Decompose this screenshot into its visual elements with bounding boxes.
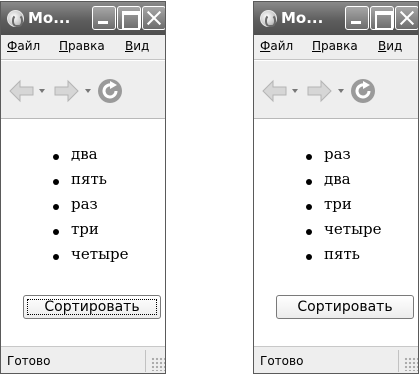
sort-button[interactable]: Сортировать bbox=[23, 295, 161, 319]
bullet-icon bbox=[53, 154, 59, 160]
reload-icon[interactable] bbox=[350, 78, 376, 104]
resize-grip-icon[interactable] bbox=[151, 357, 165, 371]
bullet-icon bbox=[306, 254, 312, 260]
reload-icon[interactable] bbox=[97, 78, 123, 104]
list-item-text: два bbox=[71, 145, 98, 163]
close-icon[interactable] bbox=[395, 6, 418, 30]
bullet-icon bbox=[306, 179, 312, 185]
bullet-icon bbox=[306, 204, 312, 210]
status-bar: Готово bbox=[254, 346, 418, 373]
status-bar: Готово bbox=[1, 346, 165, 373]
list-item-text: три bbox=[71, 220, 99, 238]
back-dropdown-icon[interactable] bbox=[292, 89, 298, 93]
list-item: четыре bbox=[254, 219, 418, 243]
menu-edit[interactable]: Правка bbox=[312, 39, 358, 53]
app-icon[interactable] bbox=[7, 10, 24, 27]
forward-dropdown-icon[interactable] bbox=[338, 89, 344, 93]
forward-dropdown-icon[interactable] bbox=[85, 89, 91, 93]
menu-view[interactable]: Вид bbox=[378, 39, 402, 53]
list-item: раз bbox=[254, 144, 418, 168]
menu-view[interactable]: Вид bbox=[125, 39, 149, 53]
menu-bar: Файл Правка Вид bbox=[254, 35, 418, 60]
toolbar bbox=[1, 61, 165, 119]
back-arrow-icon[interactable] bbox=[9, 78, 34, 104]
bullet-icon bbox=[53, 204, 59, 210]
bullet-icon bbox=[306, 154, 312, 160]
minimize-icon[interactable] bbox=[92, 6, 116, 30]
maximize-icon[interactable] bbox=[117, 6, 141, 30]
bullet-icon bbox=[53, 254, 59, 260]
list-item-text: раз bbox=[324, 145, 351, 163]
menu-edit[interactable]: Правка bbox=[59, 39, 105, 53]
back-arrow-icon[interactable] bbox=[262, 78, 287, 104]
status-text: Готово bbox=[7, 354, 51, 368]
list-item-text: три bbox=[324, 195, 352, 213]
sort-button[interactable]: Сортировать bbox=[276, 295, 414, 319]
maximize-icon[interactable] bbox=[370, 6, 394, 30]
window-title: Mo... bbox=[281, 9, 324, 27]
page-content: раз два три четыре пять Сортировать bbox=[254, 120, 418, 346]
list-item-text: пять bbox=[71, 170, 107, 188]
list-item-text: раз bbox=[71, 195, 98, 213]
bullet-icon bbox=[306, 229, 312, 235]
list-item-text: два bbox=[324, 170, 351, 188]
menu-bar: Файл Правка Вид bbox=[1, 35, 165, 60]
resize-grip-icon[interactable] bbox=[404, 357, 418, 371]
list-item: три bbox=[254, 194, 418, 218]
title-bar[interactable]: Mo... bbox=[1, 2, 165, 35]
forward-arrow-icon[interactable] bbox=[307, 78, 332, 104]
list-item: два bbox=[254, 169, 418, 193]
menu-file[interactable]: Файл bbox=[260, 39, 293, 53]
status-divider bbox=[145, 350, 146, 372]
list-item: пять bbox=[254, 244, 418, 268]
list-item: три bbox=[1, 219, 165, 243]
status-text: Готово bbox=[260, 354, 304, 368]
back-dropdown-icon[interactable] bbox=[39, 89, 45, 93]
list-item-text: четыре bbox=[324, 220, 382, 238]
menu-file[interactable]: Файл bbox=[7, 39, 40, 53]
title-bar[interactable]: Mo... bbox=[254, 2, 418, 35]
list-item-text: пять bbox=[324, 245, 360, 263]
page-content: два пять раз три четыре Сортировать bbox=[1, 120, 165, 346]
status-divider bbox=[398, 350, 399, 372]
bullet-icon bbox=[53, 179, 59, 185]
close-icon[interactable] bbox=[142, 6, 165, 30]
forward-arrow-icon[interactable] bbox=[54, 78, 79, 104]
minimize-icon[interactable] bbox=[345, 6, 369, 30]
list-item: раз bbox=[1, 194, 165, 218]
list-item: два bbox=[1, 144, 165, 168]
list-item: пять bbox=[1, 169, 165, 193]
browser-window-unsorted: Mo... Файл Правка Вид два пять раз три ч… bbox=[0, 1, 166, 374]
app-icon[interactable] bbox=[260, 10, 277, 27]
window-title: Mo... bbox=[28, 9, 71, 27]
list-item: четыре bbox=[1, 244, 165, 268]
bullet-icon bbox=[53, 229, 59, 235]
list-item-text: четыре bbox=[71, 245, 129, 263]
toolbar bbox=[254, 61, 418, 119]
browser-window-sorted: Mo... Файл Правка Вид раз два три четыре… bbox=[253, 1, 419, 374]
